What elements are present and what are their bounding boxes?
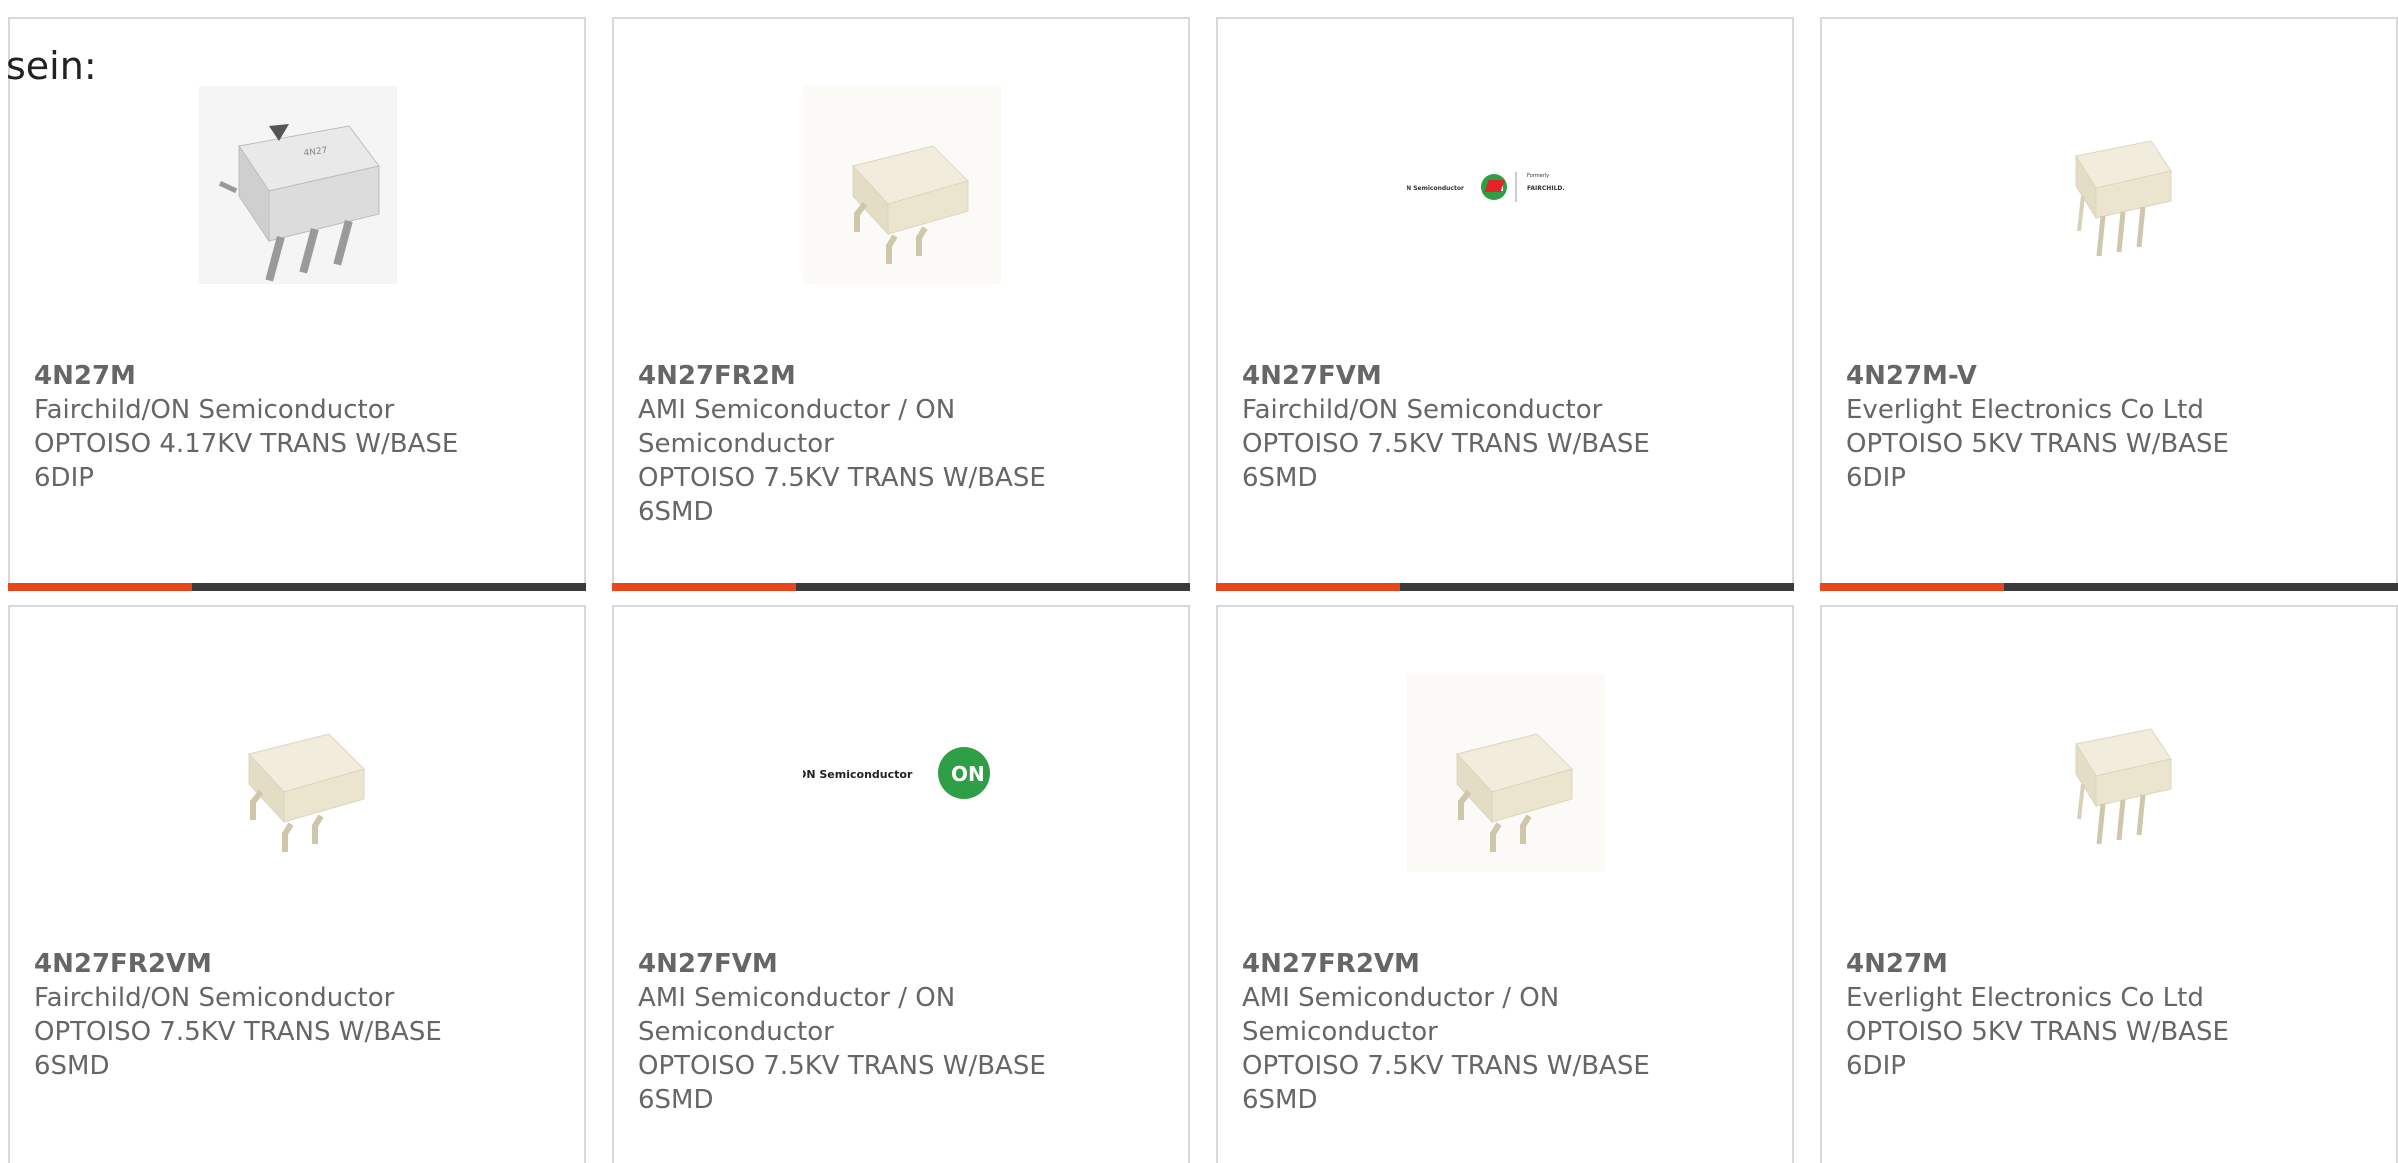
svg-text:ON Semiconductor: ON Semiconductor [803,768,913,781]
card-bottom-bar [1820,583,2398,591]
package: 6SMD [638,497,714,527]
manufacturer: Everlight Electronics Co Ltd [1846,395,2204,425]
manufacturer: AMI Semiconductor / ON Semiconductor [1242,983,1560,1047]
description: OPTOISO 5KV TRANS W/BASE [1846,1017,2229,1047]
card-bottom-bar [612,583,1190,591]
package: 6DIP [34,463,94,493]
product-image[interactable]: 4N27 [199,86,397,284]
card-bottom-bar [1216,583,1794,591]
product-grid-page: sein: 4N27 4N27M Fairchild/ON Semiconduc… [0,0,2398,1163]
product-info: 4N27M Fairchild/ON Semiconductor OPTOISO… [34,359,514,495]
on-semiconductor-logo: ON Semiconductor ON [803,747,990,799]
part-number[interactable]: 4N27M [1846,947,2326,981]
product-image[interactable] [2011,86,2209,284]
manufacturer: Fairchild/ON Semiconductor [34,983,395,1013]
part-number[interactable]: 4N27M [34,359,514,393]
product-card[interactable]: ON Semiconductor ON 4N27FVM AMI Semicond… [612,605,1190,1163]
product-info: 4N27FVM AMI Semiconductor / ON Semicondu… [638,947,1118,1117]
card-accent [612,583,796,591]
product-image[interactable] [1407,674,1605,872]
part-number[interactable]: 4N27FR2VM [1242,947,1722,981]
description: OPTOISO 7.5KV TRANS W/BASE [1242,1051,1650,1081]
part-number[interactable]: 4N27FR2VM [34,947,514,981]
product-info: 4N27FR2M AMI Semiconductor / ON Semicond… [638,359,1118,529]
svg-text:ON: ON [951,762,985,786]
svg-text:Formerly: Formerly [1527,173,1549,179]
manufacturer: AMI Semiconductor / ON Semiconductor [638,983,956,1047]
package: 6DIP [1846,1051,1906,1081]
package: 6SMD [34,1051,110,1081]
description: OPTOISO 7.5KV TRANS W/BASE [1242,429,1650,459]
smd6-chip-image [248,733,365,852]
manufacturer: Fairchild/ON Semiconductor [34,395,395,425]
manufacturer: Fairchild/ON Semiconductor [1242,395,1603,425]
on-semi-fairchild-logo: ON Semiconductor ON Formerly FAIRCHILD. [1407,172,1565,202]
product-image[interactable] [199,674,397,872]
product-image[interactable] [803,86,1001,284]
manufacturer: AMI Semiconductor / ON Semiconductor [638,395,956,459]
description: OPTOISO 5KV TRANS W/BASE [1846,429,2229,459]
description: OPTOISO 7.5KV TRANS W/BASE [638,463,1046,493]
card-bottom-bar [8,583,586,591]
svg-text:ON Semiconductor: ON Semiconductor [1407,185,1464,192]
svg-text:FAIRCHILD.: FAIRCHILD. [1527,185,1565,192]
product-info: 4N27FR2VM AMI Semiconductor / ON Semicon… [1242,947,1722,1117]
package: 6SMD [1242,463,1318,493]
package: 6SMD [638,1085,714,1115]
product-card[interactable]: 4N27FR2VM Fairchild/ON Semiconductor OPT… [8,605,586,1163]
product-card[interactable]: 4N27FR2VM AMI Semiconductor / ON Semicon… [1216,605,1794,1163]
part-number[interactable]: 4N27FVM [1242,359,1722,393]
part-number[interactable]: 4N27M-V [1846,359,2326,393]
dip6-chip-image: 4N27 [199,86,397,284]
product-card[interactable]: ON Semiconductor ON Formerly FAIRCHILD. … [1216,17,1794,591]
product-image[interactable]: ON Semiconductor ON Formerly FAIRCHILD. [1407,86,1605,284]
part-number[interactable]: 4N27FVM [638,947,1118,981]
package: 6DIP [1846,463,1906,493]
smd6-chip-image [1407,674,1605,872]
product-card[interactable]: 4N27 4N27M Fairchild/ON Semiconductor OP… [8,17,586,591]
description: OPTOISO 4.17KV TRANS W/BASE [34,429,459,459]
product-info: 4N27M Everlight Electronics Co Ltd OPTOI… [1846,947,2326,1083]
description: OPTOISO 7.5KV TRANS W/BASE [34,1017,442,1047]
dip6-chip-image [2075,140,2172,257]
product-image[interactable] [2011,674,2209,872]
part-number[interactable]: 4N27FR2M [638,359,1118,393]
smd6-chip-image [803,86,1001,284]
product-card[interactable]: 4N27M Everlight Electronics Co Ltd OPTOI… [1820,605,2398,1163]
card-accent [1216,583,1400,591]
description: OPTOISO 7.5KV TRANS W/BASE [638,1051,1046,1081]
product-info: 4N27FR2VM Fairchild/ON Semiconductor OPT… [34,947,514,1083]
package: 6SMD [1242,1085,1318,1115]
manufacturer: Everlight Electronics Co Ltd [1846,983,2204,1013]
product-info: 4N27FVM Fairchild/ON Semiconductor OPTOI… [1242,359,1722,495]
card-accent [1820,583,2004,591]
product-card[interactable]: 4N27M-V Everlight Electronics Co Ltd OPT… [1820,17,2398,591]
card-accent [8,583,192,591]
dip6-chip-image [2075,728,2172,845]
product-image[interactable]: ON Semiconductor ON [803,674,1001,872]
product-card[interactable]: 4N27FR2M AMI Semiconductor / ON Semicond… [612,17,1190,591]
lead-text: sein: [6,44,97,88]
product-info: 4N27M-V Everlight Electronics Co Ltd OPT… [1846,359,2326,495]
